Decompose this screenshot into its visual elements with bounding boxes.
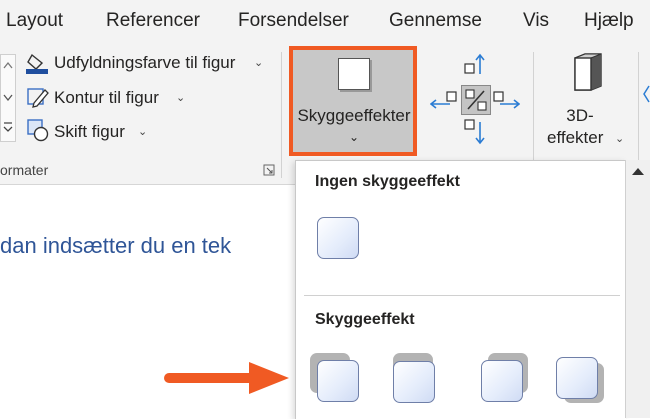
no-shadow-option[interactable] — [317, 217, 359, 259]
scroll-down-icon — [3, 94, 13, 101]
gallery-separator — [304, 295, 620, 296]
tab-gennemse[interactable]: Gennemse — [389, 10, 482, 32]
orange-arrow-icon — [164, 362, 289, 394]
nudge-shadow-up-icon[interactable] — [462, 52, 490, 78]
scroll-up-icon[interactable] — [631, 166, 645, 176]
option-shape — [556, 357, 598, 399]
shadow-effects-label: Skyggeeffekter — [297, 106, 411, 125]
tab-vis[interactable]: Vis — [523, 10, 549, 32]
chevron-down-icon: ⌄ — [615, 133, 625, 145]
3d-effects-button[interactable]: 3D- effekter ⌄ — [545, 50, 629, 154]
shadow-toggle-icon — [465, 89, 487, 111]
3d-cube-icon — [574, 53, 602, 91]
tab-forsendelser[interactable]: Forsendelser — [238, 10, 349, 32]
shadow-option-top[interactable] — [386, 353, 442, 413]
ribbon-tab-bar: Layout Referencer Forsendelser Gennemse … — [0, 0, 650, 46]
tab-layout[interactable]: Layout — [6, 10, 63, 32]
option-shape — [317, 360, 359, 402]
nudge-shadow-controls — [430, 52, 522, 152]
group-label: ormater — [0, 162, 49, 178]
chevron-down-icon: ⌄ — [176, 92, 186, 104]
nudge-shadow-down-icon[interactable] — [462, 118, 490, 146]
change-shape-label: Skift figur — [54, 122, 125, 141]
shadow-effects-button[interactable]: Skyggeeffekter ⌄ — [289, 46, 417, 156]
shadow-option-top-left[interactable] — [310, 353, 366, 413]
shadow-option-top-right[interactable] — [474, 353, 530, 413]
chevron-down-icon: ⌄ — [254, 57, 264, 69]
chevron-down-icon: ⌄ — [138, 126, 148, 138]
change-shape-icon — [27, 119, 49, 142]
dialog-launcher-icon[interactable] — [263, 164, 275, 176]
change-shape-button[interactable]: Skift figur ⌄ — [26, 118, 176, 144]
partial-arrow-icon — [643, 85, 650, 103]
chevron-down-icon: ⌄ — [348, 130, 360, 144]
document-heading-text: dan indsætter du en tek — [0, 233, 232, 258]
shadow-effects-gallery: Ingen skyggeeffekt Skyggeeffekt — [295, 160, 626, 419]
shadow-option-right[interactable] — [552, 353, 608, 413]
paint-bucket-icon — [26, 53, 48, 74]
shape-fill-button[interactable]: Udfyldningsfarve til figur ⌄ — [26, 52, 276, 76]
nudge-shadow-left-icon[interactable] — [430, 86, 458, 110]
nudge-shadow-right-icon[interactable] — [492, 86, 520, 110]
group-separator — [281, 52, 282, 178]
shadow-heading: Skyggeeffekt — [315, 311, 415, 328]
more-icon — [3, 122, 13, 132]
gallery-scrollbar[interactable] — [625, 160, 650, 418]
style-gallery-scroll[interactable] — [0, 54, 16, 142]
shape-outline-label: Kontur til figur — [54, 88, 159, 107]
tab-hjaelp[interactable]: Hjælp — [584, 10, 634, 32]
shape-outline-button[interactable]: Kontur til figur ⌄ — [26, 86, 206, 110]
shape-fill-label: Udfyldningsfarve til figur — [54, 53, 236, 72]
3d-effects-label-line1: 3D- — [566, 106, 594, 125]
3d-effects-label-line2: effekter — [547, 128, 604, 147]
option-shape — [393, 361, 435, 403]
pencil-outline-icon — [27, 88, 49, 108]
option-shape — [481, 360, 523, 402]
no-shadow-heading: Ingen skyggeeffekt — [315, 173, 460, 190]
shadow-square-icon — [338, 58, 370, 90]
scroll-up-icon — [3, 61, 13, 69]
shadow-toggle-button[interactable] — [461, 85, 491, 115]
tab-referencer[interactable]: Referencer — [106, 10, 200, 32]
